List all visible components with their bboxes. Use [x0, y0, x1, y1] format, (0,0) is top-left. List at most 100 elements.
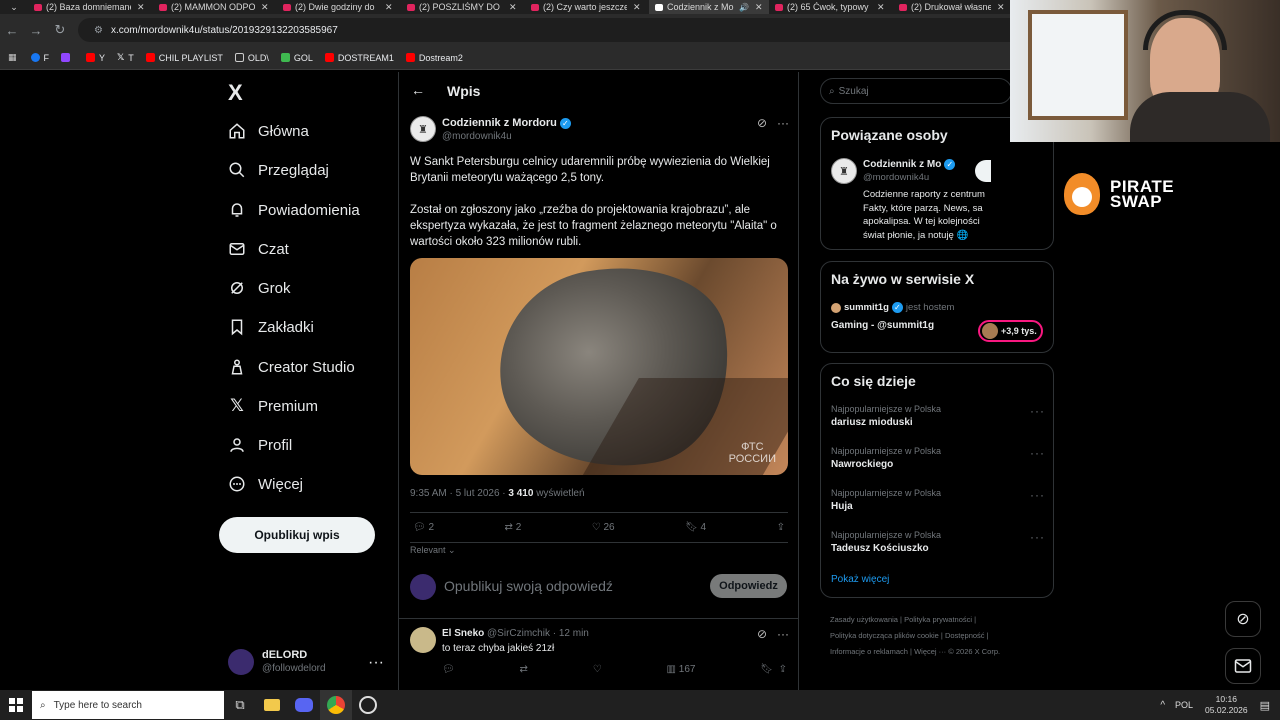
- task-view-icon[interactable]: ⧉: [224, 690, 256, 720]
- trend-item[interactable]: Najpopularniejsze w Polska Nawrockiego ·…: [831, 446, 1045, 470]
- share-icon[interactable]: ⇪: [777, 522, 785, 533]
- windows-start-icon[interactable]: [0, 690, 32, 720]
- close-icon[interactable]: ✕: [997, 2, 1005, 13]
- close-icon[interactable]: ✕: [385, 2, 393, 13]
- more-dots-icon[interactable]: ···: [368, 654, 384, 672]
- tray-chevron-icon[interactable]: ^: [1160, 700, 1165, 711]
- trend-item[interactable]: Najpopularniejsze w Polska Tadeusz Kości…: [831, 530, 1045, 554]
- more-dots-icon[interactable]: ···: [777, 627, 789, 641]
- reply-author-avatar[interactable]: [410, 627, 436, 653]
- bookmark-item[interactable]: CHIL PLAYLIST: [145, 53, 223, 63]
- bookmark-item[interactable]: [61, 53, 74, 62]
- x-logo[interactable]: X: [228, 80, 243, 106]
- sidebar-item-premium[interactable]: 𝕏 Premium: [228, 396, 318, 415]
- sidebar-item-chat[interactable]: Czat: [228, 240, 289, 258]
- related-avatar[interactable]: ♜: [831, 158, 857, 184]
- bookmark-item[interactable]: F: [30, 53, 49, 63]
- messages-floating-button[interactable]: [1225, 648, 1261, 684]
- browser-tab-active[interactable]: Codziennik z Mo 🔊 ✕: [649, 0, 769, 14]
- bookmark-item[interactable]: 𝕏T: [117, 52, 134, 63]
- sidebar-item-more[interactable]: Więcej: [228, 475, 303, 493]
- heart-icon[interactable]: ♡: [593, 664, 602, 675]
- url-field[interactable]: ⚙ x.com/mordownik4u/status/20193291322035…: [78, 18, 1068, 42]
- sidebar-item-grok[interactable]: Grok: [228, 279, 291, 297]
- reply-author-handle[interactable]: @SirCzimchik: [487, 628, 550, 639]
- author-avatar[interactable]: ♜: [410, 116, 436, 142]
- grok-icon[interactable]: ⊘: [757, 116, 767, 130]
- browser-tab[interactable]: (2) Czy warto jeszcze ✕: [525, 0, 649, 14]
- bookmark-item[interactable]: DOSTREAM1: [324, 53, 394, 63]
- live-viewers-pill[interactable]: +3,9 tys.: [978, 320, 1043, 342]
- bookmark-item[interactable]: Dostream2: [405, 53, 463, 63]
- back-arrow-icon[interactable]: ←: [411, 82, 425, 98]
- sidebar-item-explore[interactable]: Przeglądaj: [228, 161, 329, 179]
- grok-icon[interactable]: ⊘: [757, 627, 767, 641]
- footer-link[interactable]: Polityka prywatności: [904, 615, 972, 624]
- reload-icon[interactable]: ↻: [48, 22, 72, 38]
- bookmark-icon[interactable]: 🔖︎: [760, 664, 773, 675]
- speaker-icon[interactable]: 🔊: [739, 3, 749, 12]
- clock[interactable]: 10:16 05.02.2026: [1205, 694, 1248, 716]
- grok-floating-button[interactable]: ⊘: [1225, 601, 1261, 637]
- close-icon[interactable]: ✕: [877, 2, 885, 13]
- footer-link[interactable]: Więcej ···: [914, 647, 946, 656]
- chrome-icon[interactable]: [320, 690, 352, 720]
- footer-link[interactable]: Zasady użytkowania: [830, 615, 898, 624]
- related-name[interactable]: Codziennik z Mo: [863, 159, 941, 170]
- repost-action[interactable]: ⇄ 2: [505, 522, 522, 533]
- browser-tab[interactable]: (2) Dwie godziny do ✕: [277, 0, 401, 14]
- more-dots-icon[interactable]: ···: [777, 116, 789, 130]
- apps-grid-icon[interactable]: ▦: [8, 52, 17, 63]
- views-action[interactable]: ▥ 167: [667, 664, 696, 675]
- notification-icon[interactable]: ▤: [1260, 699, 1270, 712]
- account-switcher[interactable]: dELORD @followdelord ···: [228, 646, 388, 678]
- follow-button[interactable]: [975, 160, 991, 182]
- close-icon[interactable]: ✕: [633, 2, 641, 13]
- sidebar-item-notifications[interactable]: Powiadomienia: [228, 201, 360, 219]
- share-icon[interactable]: ⇪: [779, 664, 787, 675]
- browser-tab[interactable]: (2) POSZLIŚMY DO N ✕: [401, 0, 525, 14]
- bookmark-item[interactable]: GOL: [280, 53, 313, 63]
- live-host-row[interactable]: summit1g ✓ jest hostem: [831, 302, 954, 313]
- reply-icon[interactable]: 💬︎: [442, 664, 455, 675]
- browser-tab[interactable]: (2) Drukował własne ✕: [893, 0, 1013, 14]
- more-dots-icon[interactable]: ···: [1030, 488, 1045, 502]
- reply-submit-button[interactable]: Odpowiedz: [710, 574, 787, 598]
- footer-link[interactable]: Dostępność: [945, 631, 985, 640]
- post-media-image[interactable]: ФТС РОССИИ: [410, 258, 788, 475]
- language-indicator[interactable]: POL: [1175, 700, 1193, 710]
- sidebar-item-profile[interactable]: Profil: [228, 436, 292, 454]
- bookmark-action[interactable]: 🔖︎ 4: [685, 522, 706, 533]
- obs-icon[interactable]: [352, 690, 384, 720]
- file-explorer-icon[interactable]: [256, 690, 288, 720]
- like-action[interactable]: ♡ 26: [592, 522, 615, 533]
- tab-menu-button[interactable]: ⌄: [0, 0, 28, 14]
- publish-post-button[interactable]: Opublikuj wpis: [219, 517, 375, 553]
- close-icon[interactable]: ✕: [755, 2, 763, 13]
- footer-link[interactable]: Polityka dotycząca plików cookie: [830, 631, 939, 640]
- sort-dropdown[interactable]: Relevant ⌄: [410, 545, 456, 556]
- sidebar-item-creator-studio[interactable]: Creator Studio: [228, 358, 355, 376]
- bookmark-item[interactable]: Y: [86, 53, 105, 63]
- close-icon[interactable]: ✕: [509, 2, 517, 13]
- more-dots-icon[interactable]: ···: [1030, 446, 1045, 460]
- author-handle[interactable]: @mordownik4u: [442, 130, 571, 143]
- repost-icon[interactable]: ⇄: [520, 664, 528, 675]
- browser-tab[interactable]: (2) 65 Ćwok, typowy ✕: [769, 0, 893, 14]
- browser-tab[interactable]: (2) MAMMON ODPO ✕: [153, 0, 277, 14]
- back-icon[interactable]: ←: [0, 23, 24, 38]
- bookmark-folder[interactable]: OLD\: [234, 53, 269, 63]
- reply-action[interactable]: 💬︎ 2: [413, 522, 434, 533]
- more-dots-icon[interactable]: ···: [1030, 404, 1045, 418]
- author-name[interactable]: Codziennik z Mordoru: [442, 117, 557, 129]
- close-icon[interactable]: ✕: [137, 2, 145, 13]
- site-info-icon[interactable]: ⚙: [94, 25, 103, 36]
- sidebar-item-home[interactable]: Główna: [228, 122, 309, 140]
- discord-icon[interactable]: [288, 690, 320, 720]
- reply-input[interactable]: Opublikuj swoją odpowiedź: [444, 578, 613, 594]
- taskbar-search[interactable]: ⌕ Type here to search: [32, 691, 224, 719]
- trend-item[interactable]: Najpopularniejsze w Polska Huja ···: [831, 488, 1045, 512]
- reply-author-name[interactable]: El Sneko: [442, 628, 484, 639]
- live-stream-title[interactable]: Gaming - @summit1g: [831, 320, 934, 331]
- forward-icon[interactable]: →: [24, 23, 48, 38]
